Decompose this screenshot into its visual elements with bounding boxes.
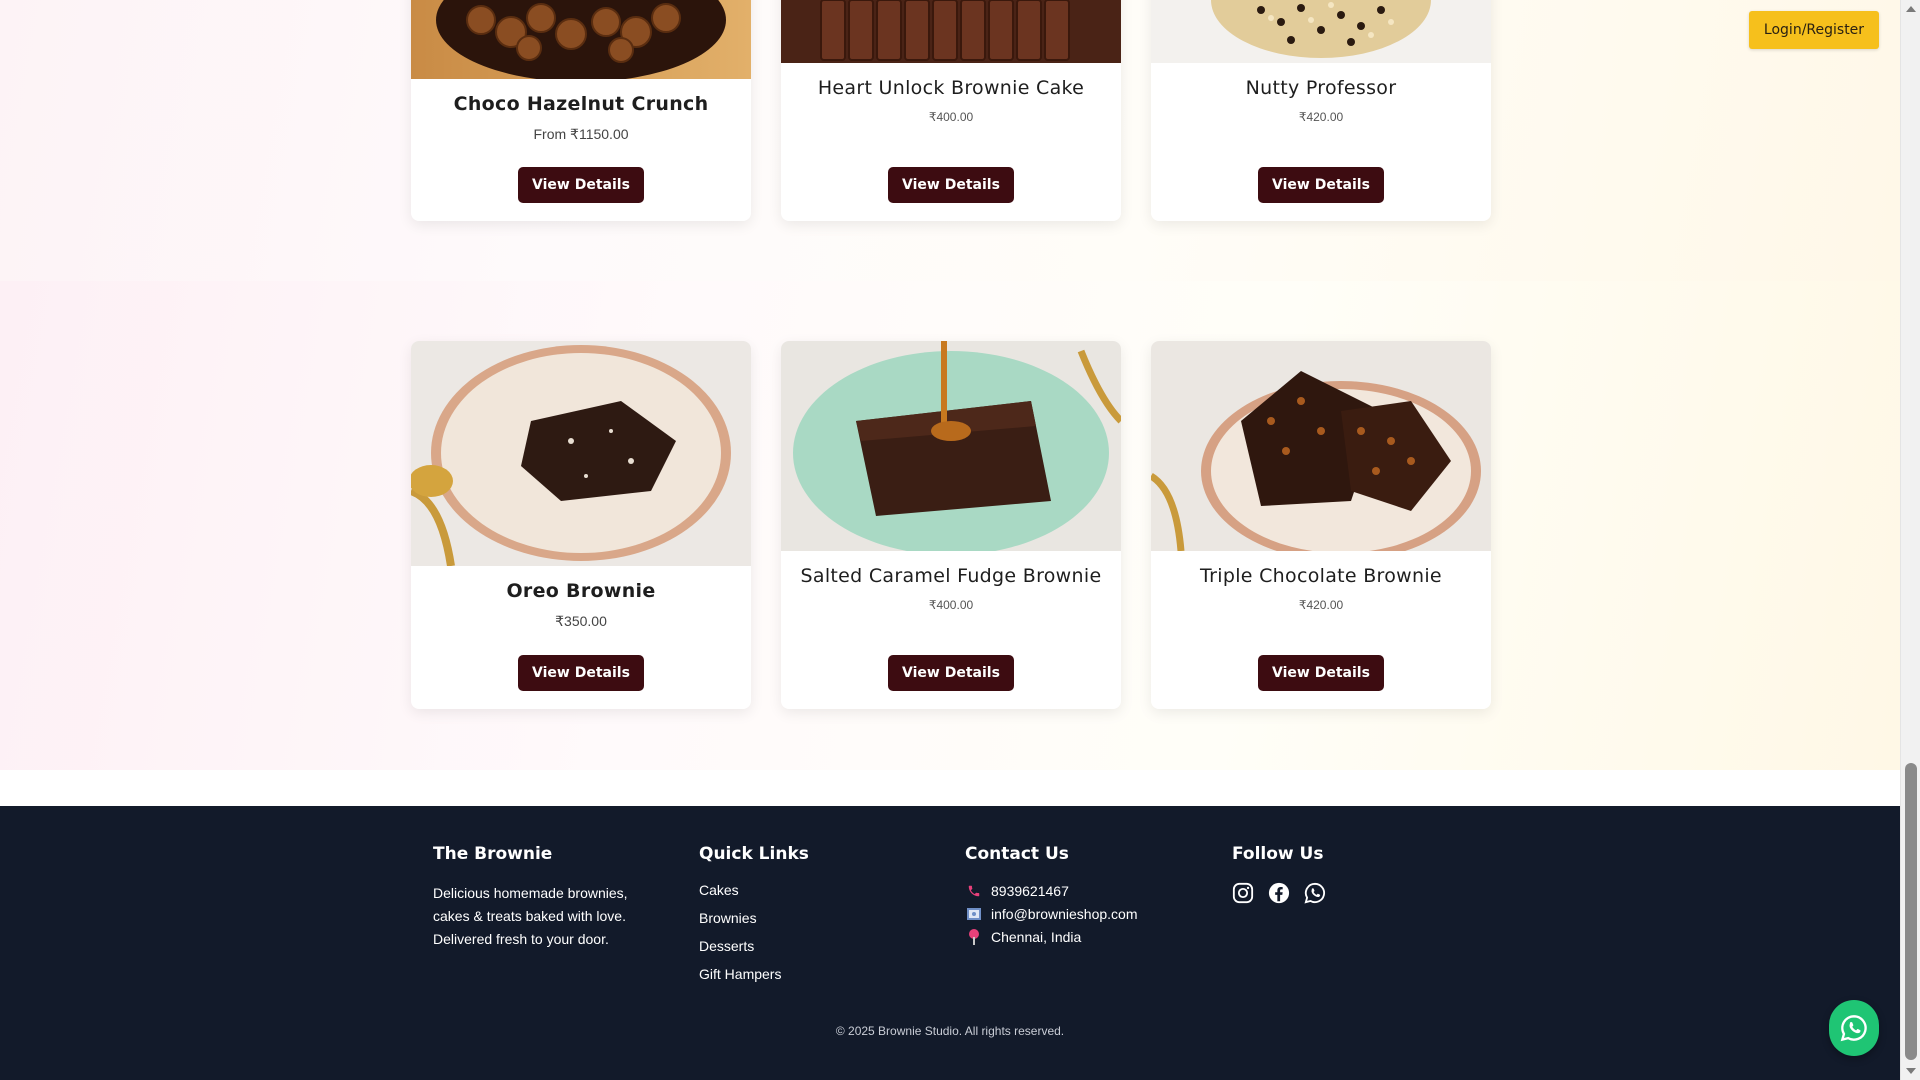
whatsapp-icon[interactable]: [1304, 882, 1326, 904]
phone-icon: [965, 884, 983, 898]
contact-title: Contact Us: [965, 844, 1069, 864]
whatsapp-icon: [1840, 1015, 1867, 1042]
scroll-up-arrow-icon[interactable]: [1906, 6, 1916, 12]
view-details-button[interactable]: View Details: [1258, 167, 1384, 203]
login-register-button[interactable]: Login/Register: [1749, 11, 1879, 49]
product-image-oreo-brownie: [411, 341, 751, 566]
contact-location-text: Chennai, India: [991, 929, 1082, 945]
copyright-text: © 2025 Brownie Studio. All rights reserv…: [835, 1024, 1065, 1038]
product-price: ₹420.00: [1298, 110, 1344, 124]
scrollbar-thumb[interactable]: [1905, 763, 1917, 1060]
scroll-down-arrow-icon[interactable]: [1906, 1068, 1916, 1074]
contact-location: Chennai, India: [965, 928, 1138, 946]
footer-contact: Contact Us 8939621467 info@brownieshop.c…: [965, 844, 1138, 951]
footer-link-cakes[interactable]: Cakes: [699, 882, 809, 898]
product-image-choco-hazelnut: [411, 0, 751, 79]
product-image-salted-caramel: [781, 341, 1121, 551]
product-price: ₹420.00: [1298, 598, 1344, 612]
product-name: Salted Caramel Fudge Brownie: [800, 565, 1102, 587]
footer-link-brownies[interactable]: Brownies: [699, 910, 809, 926]
instagram-icon[interactable]: [1232, 882, 1254, 904]
product-price: From ₹1150.00: [533, 126, 629, 142]
whatsapp-chat-button[interactable]: [1829, 1000, 1879, 1056]
product-image-triple-chocolate: [1151, 341, 1491, 551]
view-details-button[interactable]: View Details: [518, 655, 644, 691]
product-name: Nutty Professor: [1245, 77, 1397, 99]
contact-phone-text: 8939621467: [991, 883, 1069, 899]
view-details-button[interactable]: View Details: [518, 167, 644, 203]
product-image-heart-unlock: [781, 0, 1121, 63]
location-pin-icon: [965, 929, 983, 945]
email-icon: [965, 908, 983, 920]
product-name: Choco Hazelnut Crunch: [453, 93, 709, 115]
product-name: Heart Unlock Brownie Cake: [817, 77, 1085, 99]
footer-link-desserts[interactable]: Desserts: [699, 938, 809, 954]
product-card: Triple Chocolate Brownie ₹420.00 View De…: [1151, 341, 1491, 709]
facebook-icon[interactable]: [1268, 882, 1290, 904]
footer-follow: Follow Us: [1232, 844, 1326, 904]
product-image-nutty-professor: [1151, 0, 1491, 63]
product-card: Choco Hazelnut Crunch From ₹1150.00 View…: [411, 0, 751, 221]
footer-link-gift-hampers[interactable]: Gift Hampers: [699, 966, 809, 982]
page: Choco Hazelnut Crunch From ₹1150.00 View…: [0, 0, 1900, 1080]
product-card: Salted Caramel Fudge Brownie ₹400.00 Vie…: [781, 341, 1121, 709]
product-card: Oreo Brownie ₹350.00 View Details: [411, 341, 751, 709]
view-details-button[interactable]: View Details: [1258, 655, 1384, 691]
product-price: ₹350.00: [555, 613, 607, 629]
footer-brand-description: Delicious homemade brownies, cakes & tre…: [433, 885, 628, 947]
contact-email: info@brownieshop.com: [965, 905, 1138, 923]
section-spacer: [0, 770, 1900, 806]
footer-brand-title: The Brownie: [433, 844, 553, 864]
product-name: Oreo Brownie: [506, 580, 656, 602]
social-icons: [1232, 882, 1326, 904]
product-price: ₹400.00: [928, 598, 974, 612]
product-card: Heart Unlock Brownie Cake ₹400.00 View D…: [781, 0, 1121, 221]
product-card: Nutty Professor ₹420.00 View Details: [1151, 0, 1491, 221]
contact-email-text: info@brownieshop.com: [991, 906, 1138, 922]
product-name: Triple Chocolate Brownie: [1200, 565, 1442, 587]
vertical-scrollbar[interactable]: [1900, 0, 1920, 1080]
follow-title: Follow Us: [1232, 844, 1324, 864]
view-details-button[interactable]: View Details: [888, 167, 1014, 203]
quick-links-title: Quick Links: [699, 844, 809, 864]
view-details-button[interactable]: View Details: [888, 655, 1014, 691]
site-footer: The Brownie Delicious homemade brownies,…: [0, 806, 1900, 1080]
footer-quick-links: Quick Links Cakes Brownies Desserts Gift…: [699, 844, 809, 994]
footer-brand: The Brownie Delicious homemade brownies,…: [433, 844, 653, 951]
product-price: ₹400.00: [928, 110, 974, 124]
contact-phone: 8939621467: [965, 882, 1138, 900]
